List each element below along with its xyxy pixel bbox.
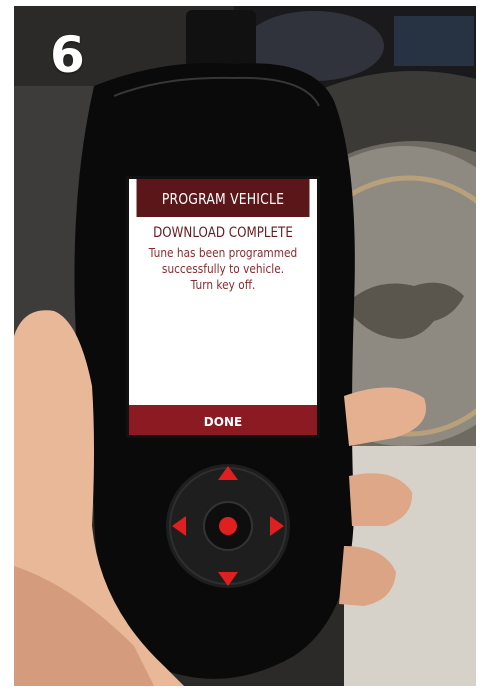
select-button[interactable] bbox=[219, 517, 237, 535]
done-button[interactable]: DONE bbox=[129, 405, 317, 435]
screen-heading: DOWNLOAD COMPLETE bbox=[153, 225, 293, 241]
step-number: 6 bbox=[50, 26, 85, 84]
device-screen: PROGRAM VEHICLE DOWNLOAD COMPLETE Tune h… bbox=[126, 176, 320, 438]
photo-frame: 6 PROGRAM VEHICLE DOWNLOAD COMPLETE Tune… bbox=[14, 6, 476, 686]
screen-message: Tune has been programmed successfully to… bbox=[140, 245, 305, 293]
message-line: Turn key off. bbox=[190, 278, 256, 292]
screen-title: PROGRAM VEHICLE bbox=[136, 179, 310, 217]
message-line: Tune has been programmed bbox=[148, 246, 298, 260]
directional-pad[interactable] bbox=[166, 464, 290, 588]
message-line: successfully to vehicle. bbox=[161, 262, 285, 276]
